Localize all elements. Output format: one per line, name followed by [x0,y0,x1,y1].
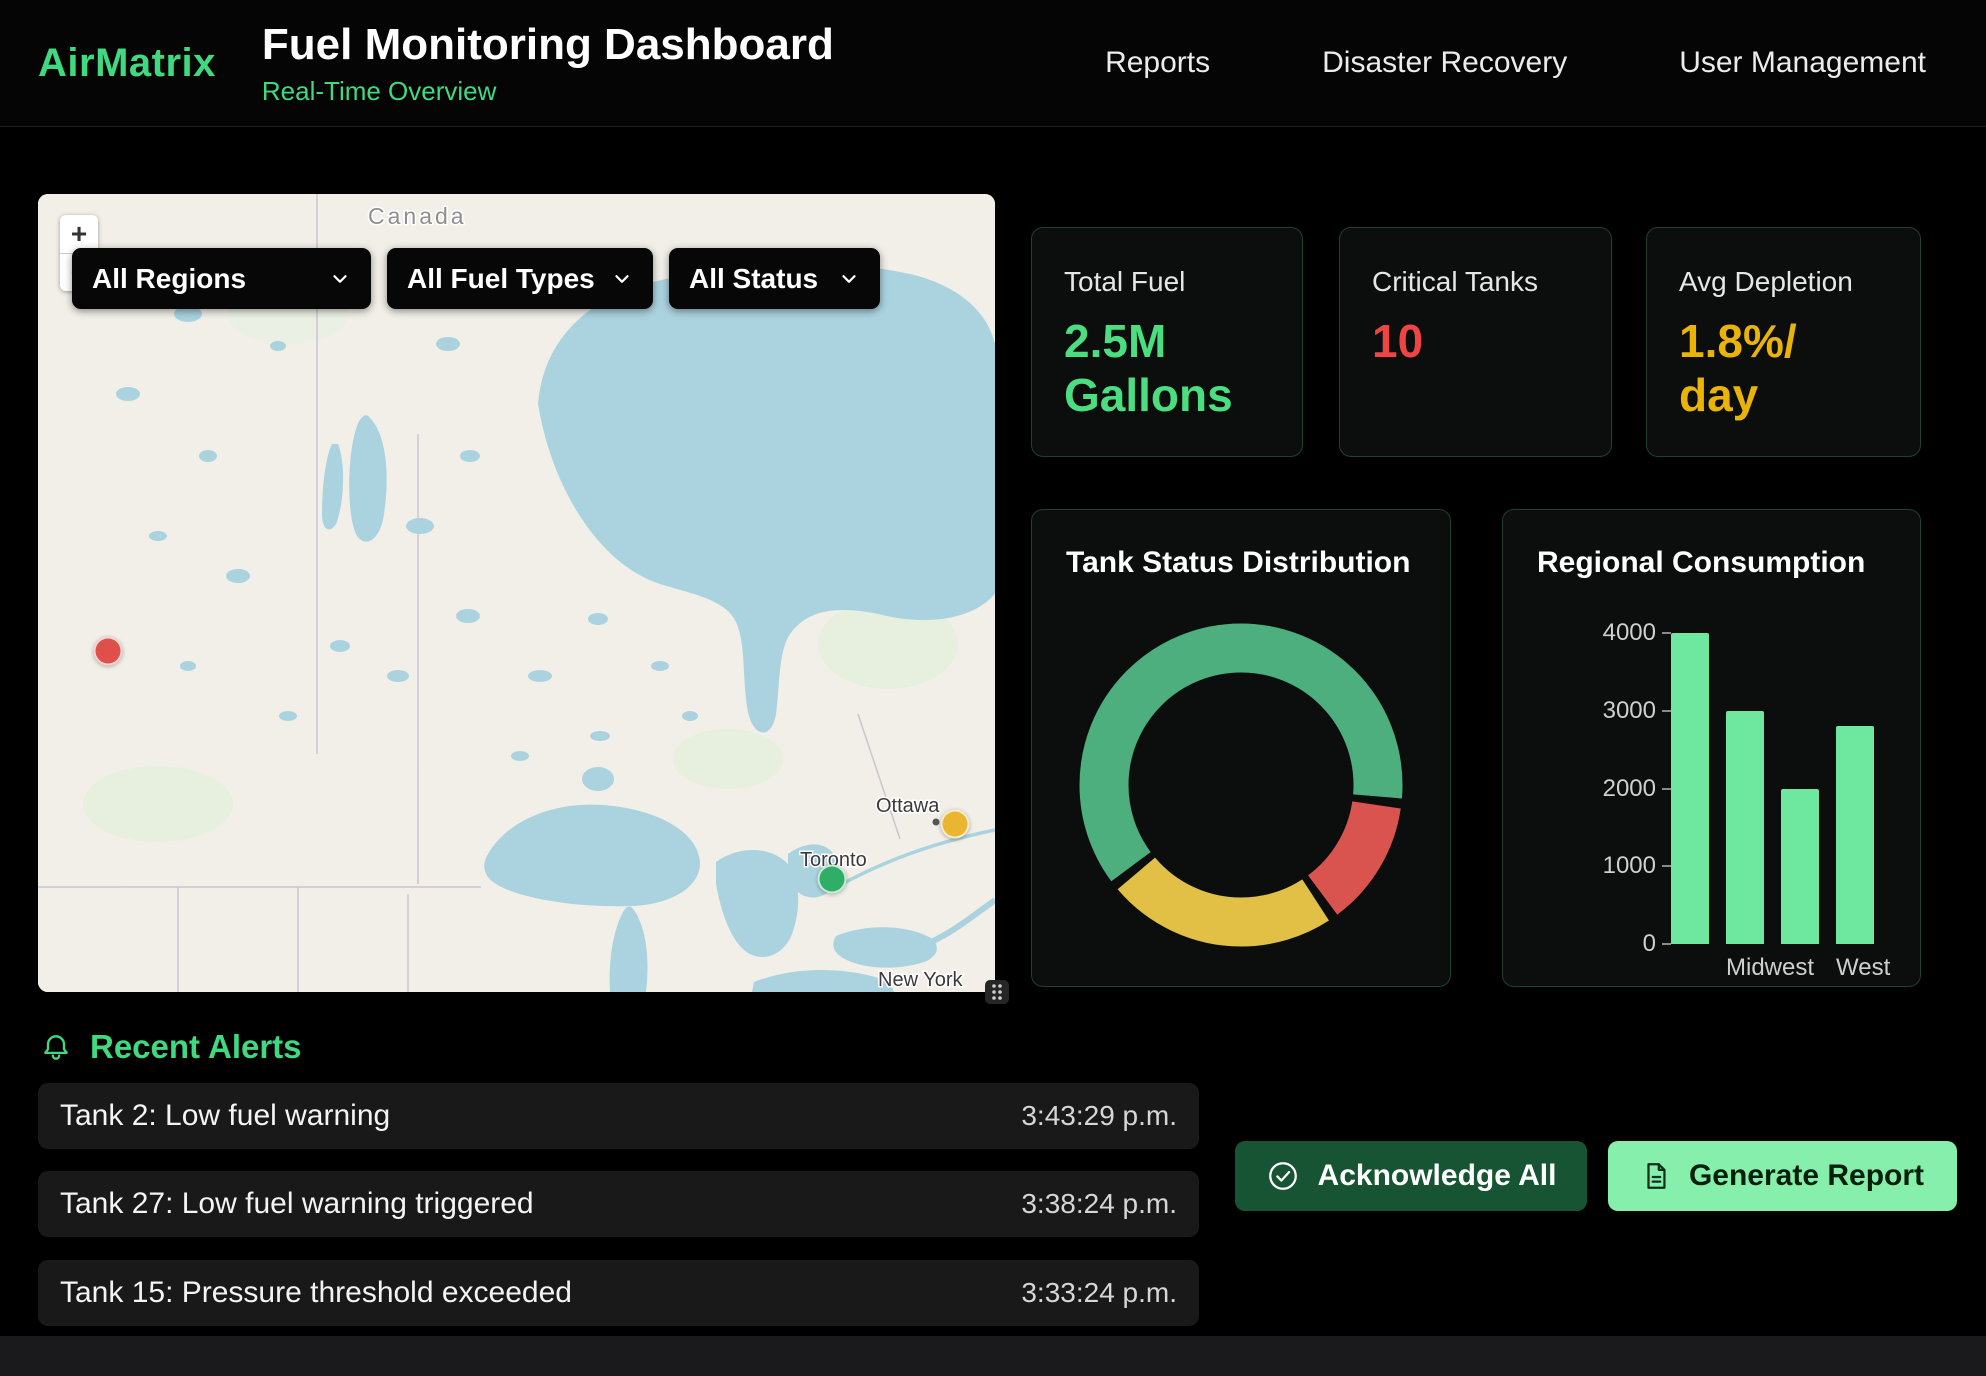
region-filter-value: All Regions [92,263,246,295]
map-resize-handle[interactable] [985,980,1009,1004]
x-tick [1671,954,1709,982]
tank-marker-warning[interactable] [940,810,969,839]
check-circle-icon [1266,1159,1300,1193]
ottawa-city-dot [933,819,940,826]
nav-item-reports[interactable]: Reports [1105,46,1210,80]
bar-chart-title: Regional Consumption [1503,510,1920,580]
map-canvas[interactable]: Canada Ottawa Toronto New York [38,194,995,992]
brand-logo[interactable]: AirMatrix [38,41,216,86]
y-tick: 2000 [1603,775,1671,803]
y-tick: 3000 [1603,697,1671,725]
stat-value-avg-depletion: 1.8%/ day [1679,314,1888,423]
footer-bar [0,1336,1986,1376]
fuel-map[interactable]: Canada Ottawa Toronto New York + − All R… [38,194,995,992]
stat-label: Total Fuel [1064,266,1270,298]
nav-item-disaster-recovery[interactable]: Disaster Recovery [1322,46,1567,80]
chevron-down-icon [838,268,860,290]
x-tick: West [1836,954,1874,982]
page-title: Fuel Monitoring Dashboard [262,20,834,70]
alerts-title: Recent Alerts [90,1028,302,1066]
map-label-canada: Canada [368,203,467,229]
stat-card-critical-tanks: Critical Tanks 10 [1339,227,1612,457]
document-icon [1641,1161,1671,1191]
alert-text: Tank 15: Pressure threshold exceeded [60,1276,572,1310]
bar-region-3 [1781,789,1819,945]
tank-marker-critical[interactable] [93,637,122,666]
acknowledge-all-button[interactable]: Acknowledge All [1235,1141,1587,1211]
tank-status-chart-card: Tank Status Distribution [1031,509,1451,987]
stat-card-avg-depletion: Avg Depletion 1.8%/ day [1646,227,1921,457]
tank-status-donut [1076,620,1406,950]
generate-report-label: Generate Report [1689,1159,1924,1193]
plot-area: Midwest West [1671,633,1874,982]
donut-chart [1032,620,1450,950]
status-filter-dropdown[interactable]: All Status [669,248,880,309]
map-filter-bar: All Regions All Fuel Types All Status [72,248,880,309]
grip-dots-icon [990,983,1004,1001]
nav-item-user-management[interactable]: User Management [1679,46,1926,80]
bar-region-1 [1671,633,1709,944]
alert-time: 3:38:24 p.m. [1021,1188,1177,1220]
fuel-type-filter-dropdown[interactable]: All Fuel Types [387,248,653,309]
y-tick: 0 [1643,930,1671,958]
stat-label: Avg Depletion [1679,266,1888,298]
recent-alerts-header: Recent Alerts [40,1028,302,1066]
fuel-type-filter-value: All Fuel Types [407,263,595,295]
page-subtitle: Real-Time Overview [262,76,834,107]
main-nav: Reports Disaster Recovery User Managemen… [1105,46,1926,80]
y-tick: 4000 [1603,619,1671,647]
tank-marker-normal[interactable] [818,864,847,893]
regional-consumption-chart-card: Regional Consumption 4000 3000 2000 1000… [1502,509,1921,987]
alert-text: Tank 2: Low fuel warning [60,1099,390,1133]
alert-time: 3:43:29 p.m. [1021,1100,1177,1132]
alert-list-item[interactable]: Tank 15: Pressure threshold exceeded 3:3… [38,1260,1199,1326]
alert-time: 3:33:24 p.m. [1021,1277,1177,1309]
y-axis: 4000 3000 2000 1000 0 [1503,633,1671,944]
stat-label: Critical Tanks [1372,266,1579,298]
acknowledge-all-label: Acknowledge All [1318,1159,1557,1193]
region-filter-dropdown[interactable]: All Regions [72,248,371,309]
app-header: AirMatrix Fuel Monitoring Dashboard Real… [0,0,1986,127]
alert-list-item[interactable]: Tank 27: Low fuel warning triggered 3:38… [38,1171,1199,1237]
x-tick [1781,954,1819,982]
map-label-ottawa: Ottawa [876,795,940,817]
dashboard-page: AirMatrix Fuel Monitoring Dashboard Real… [0,0,1986,1376]
bell-icon [40,1031,72,1063]
bar-region-west [1836,726,1874,944]
stat-value-critical-tanks: 10 [1372,314,1579,368]
chevron-down-icon [329,268,351,290]
title-block: Fuel Monitoring Dashboard Real-Time Over… [262,20,834,107]
map-label-new-york: New York [878,969,963,991]
alert-list-item[interactable]: Tank 2: Low fuel warning 3:43:29 p.m. [38,1083,1199,1149]
x-tick: Midwest [1726,954,1764,982]
alert-text: Tank 27: Low fuel warning triggered [60,1187,534,1221]
generate-report-button[interactable]: Generate Report [1608,1141,1957,1211]
stat-value-total-fuel: 2.5M Gallons [1064,314,1270,423]
bar-region-midwest [1726,711,1764,944]
x-axis-labels: Midwest West [1671,954,1874,982]
y-tick: 1000 [1603,852,1671,880]
donut-chart-title: Tank Status Distribution [1032,510,1450,580]
chevron-down-icon [611,268,633,290]
stat-card-total-fuel: Total Fuel 2.5M Gallons [1031,227,1303,457]
status-filter-value: All Status [689,263,818,295]
